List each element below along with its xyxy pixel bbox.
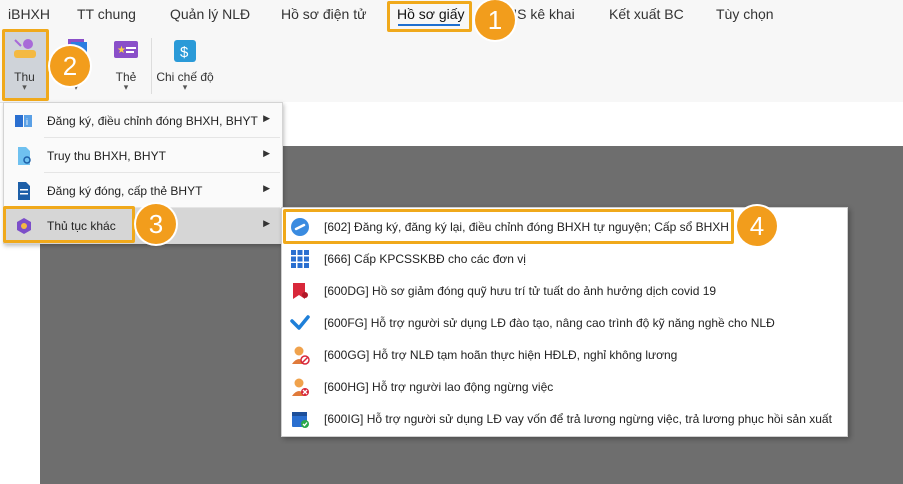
svg-text:i: i [26,117,28,127]
check-icon [290,315,310,330]
dropdown-item-truy-thu[interactable]: Truy thu BHXH, BHYT ▶ [4,138,282,173]
dropdown-item-dang-ky-dieu-chinh[interactable]: i Đăng ký, điều chỉnh đóng BHXH, BHYT ▶ [4,103,282,138]
chevron-right-icon: ▶ [263,148,270,158]
submenu-item-label: [600GG] Hỗ trợ NLĐ tạm hoãn thực hiện HĐ… [324,348,678,362]
submenu-item-600gg[interactable]: [600GG] Hỗ trợ NLĐ tạm hoãn thực hiện HĐ… [282,339,847,371]
user-block-icon [292,346,310,365]
highlight-ho-so-giay [387,1,472,32]
chevron-right-icon: ▶ [263,218,270,228]
step-badge-4: 4 [737,206,777,246]
submenu-item-label: [600FG] Hỗ trợ người sử dụng LĐ đào tạo,… [324,316,775,330]
submenu-item-label: [666] Cấp KPCSSKBĐ cho các đơn vị [324,252,526,266]
tab-tuy-chon[interactable]: Tùy chọn [716,6,774,22]
ribbon-separator [151,38,152,94]
book-info-icon: i [15,115,32,127]
tab-hs-ke-khai[interactable]: HS kê khai [507,6,575,22]
submenu-item-600fg[interactable]: [600FG] Hỗ trợ người sử dụng LĐ đào tạo,… [282,307,847,339]
tab-ket-xuat-bc[interactable]: Kết xuất BC [609,6,684,22]
dropdown-item-label: Đăng ký đóng, cấp thẻ BHYT [47,184,203,198]
grid-icon [291,250,309,268]
highlight-thu-button [2,29,49,101]
money-icon: $ [174,40,196,62]
document-icon [18,182,30,200]
submenu-item-label: [600HG] Hỗ trợ người lao động ngừng việc [324,380,554,394]
step-badge-2: 2 [50,46,90,86]
the-button[interactable]: ★ Thẻ ▾ [104,30,148,100]
submenu-item-666[interactable]: [666] Cấp KPCSSKBĐ cho các đơn vị [282,243,847,275]
submenu-item-600hg[interactable]: [600HG] Hỗ trợ người lao động ngừng việc [282,371,847,403]
ribbon-toolbar: Thu ▾ ▾ ★ Thẻ ▾ $ Chi chế độ ▾ [0,30,903,103]
step-badge-3: 3 [136,204,176,244]
chevron-down-icon: ▾ [182,82,188,92]
chi-che-do-button[interactable]: $ Chi chế độ ▾ [155,30,215,100]
dropdown-item-label: Đăng ký, điều chỉnh đóng BHXH, BHYT [47,114,258,128]
submenu-item-600dg[interactable]: [600DG] Hồ sơ giảm đóng quỹ hưu trí tử t… [282,275,847,307]
tab-tt-chung[interactable]: TT chung [77,6,136,22]
highlight-thu-tuc-khac [3,206,135,243]
tab-ibhxh[interactable]: iBHXH [8,6,50,22]
chevron-right-icon: ▶ [263,113,270,123]
user-remove-icon [292,378,309,396]
submenu-item-label: [600DG] Hồ sơ giảm đóng quỹ hưu trí tử t… [324,284,717,298]
submenu-item-600ig[interactable]: [600IG] Hỗ trợ người sử dụng LĐ vay vốn … [282,403,847,435]
bookmark-icon [293,283,308,299]
svg-text:$: $ [180,44,189,61]
document-search-icon [18,147,31,165]
chevron-right-icon: ▶ [263,183,270,193]
card-icon: ★ [114,41,138,58]
highlight-submenu-602 [283,209,734,244]
dropdown-item-label: Truy thu BHXH, BHYT [47,149,166,163]
calendar-check-icon [292,412,309,428]
chevron-down-icon: ▾ [123,82,129,92]
dropdown-item-dang-ky-dong-cap-the[interactable]: Đăng ký đóng, cấp thẻ BHYT ▶ [4,173,282,208]
submenu-item-label: [600IG] Hỗ trợ người sử dụng LĐ vay vốn … [324,412,832,426]
svg-text:★: ★ [117,45,126,56]
step-badge-1: 1 [475,0,515,40]
tab-quan-ly-nld[interactable]: Quản lý NLĐ [170,6,250,22]
tab-ho-so-dien-tu[interactable]: Hồ sơ điện tử [281,6,366,22]
